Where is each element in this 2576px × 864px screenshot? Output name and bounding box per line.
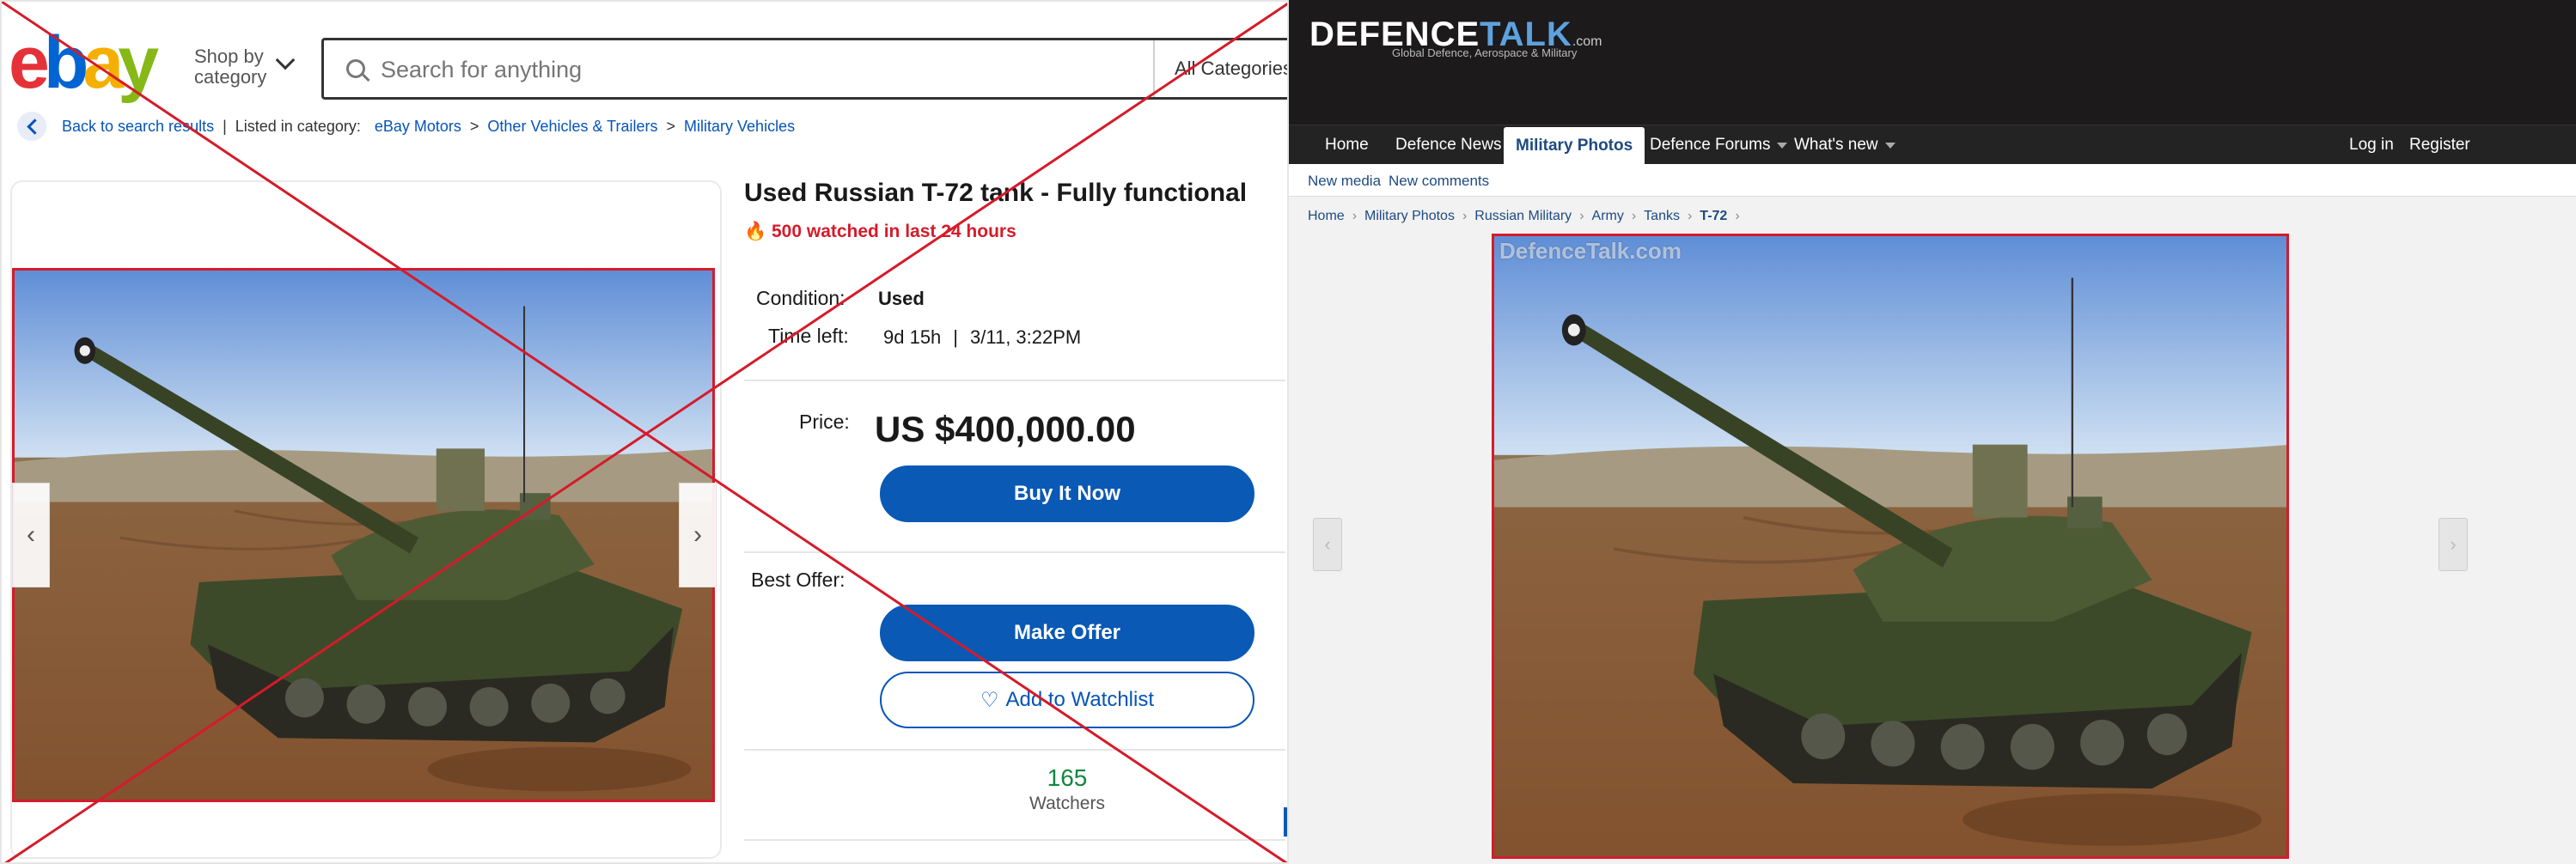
logo-letter-y: y [118, 21, 159, 104]
time-left-label: Time left: [768, 325, 849, 347]
crumb-t72[interactable]: T-72 [1700, 209, 1727, 224]
breadcrumb-divider: | [223, 117, 227, 135]
back-to-search-link[interactable]: Back to search results [62, 118, 214, 136]
fire-icon: 🔥 [744, 222, 772, 241]
time-left-value: 9d 15h | 3/11, 3:22PM [883, 326, 1082, 348]
breadcrumb: Home › Military Photos › Russian Military ›… [1308, 209, 1748, 224]
crumb-russian-military[interactable]: Russian Military [1474, 209, 1572, 224]
listed-in-label: Listed in category: [235, 117, 361, 135]
condition-label: Condition: [756, 287, 845, 309]
make-offer-button[interactable]: Make Offer [880, 605, 1254, 661]
crumb-army[interactable]: Army [1592, 209, 1624, 224]
listing-title: Used Russian T-72 tank - Fully functiona… [744, 179, 1248, 207]
defencetalk-panel: DEFENCETALK.com Global Defence, Aerospac… [1289, 0, 2576, 864]
tank-image [1494, 236, 2289, 859]
caret-down-icon [1884, 142, 1895, 149]
site-tagline: Global Defence, Aerospace & Military [1392, 46, 1578, 59]
comparison-screenshot: ebay Shop by category All Categories Bac… [0, 0, 2576, 864]
search-input[interactable] [381, 54, 862, 85]
category-select[interactable]: All Categories [1175, 58, 1287, 80]
nav-whats-new[interactable]: What's new [1794, 125, 1895, 165]
gallery-next-arrow[interactable]: › [679, 483, 717, 587]
logo-letter-b: b [43, 21, 89, 104]
crumb-tanks[interactable]: Tanks [1644, 209, 1680, 224]
divider [744, 749, 1285, 751]
ebay-logo[interactable]: ebay [9, 26, 159, 100]
crumb-separator: › [1631, 209, 1637, 223]
crumb-separator: › [1735, 209, 1740, 223]
nav-defence-forums[interactable]: Defence Forums [1650, 125, 1788, 165]
logo-letter-e: e [9, 21, 50, 104]
nav-defence-news[interactable]: Defence News [1392, 125, 1505, 165]
buy-it-now-button[interactable]: Buy It Now [880, 465, 1254, 522]
search-icon [346, 59, 365, 78]
back-arrow-icon[interactable] [17, 112, 46, 141]
breadcrumb-other-vehicles[interactable]: Other Vehicles & Trailers [487, 118, 657, 136]
crumb-home[interactable]: Home [1308, 209, 1345, 224]
search-divider [1153, 40, 1155, 97]
breadcrumb-military-vehicles[interactable]: Military Vehicles [684, 118, 795, 136]
shop-by-category-button[interactable]: Shop by category [194, 46, 266, 88]
search-bar: All Categories [321, 38, 1287, 100]
watchers-count: 165 [1047, 764, 1088, 791]
register-link[interactable]: Register [2409, 125, 2470, 165]
condition-value: Used [878, 288, 925, 309]
watchlist-label: Add to Watchlist [1005, 688, 1155, 711]
chevron-down-icon[interactable] [275, 50, 296, 70]
main-navigation: Home Defence News Military Photos Defenc… [1289, 125, 2576, 165]
photo-watermark: DefenceTalk.com [1499, 238, 1682, 264]
crumb-military-photos[interactable]: Military Photos [1364, 209, 1455, 224]
time-left-remaining: 9d 15h [883, 326, 942, 348]
crumb-separator: › [1579, 209, 1584, 223]
watchers-label: Watchers [1029, 794, 1105, 813]
shop-by-category-label: category [194, 66, 267, 88]
breadcrumb-separator: > [469, 117, 479, 135]
new-comments-link[interactable]: New comments [1389, 173, 1489, 190]
nav-whats-new-label: What's new [1794, 136, 1878, 154]
nav-defence-forums-label: Defence Forums [1650, 136, 1771, 154]
divider [744, 551, 1285, 553]
tank-image [15, 271, 715, 802]
heart-icon: ♡ [980, 688, 999, 712]
add-to-watchlist-button[interactable]: ♡ Add to Watchlist [880, 672, 1254, 728]
crumb-separator: › [1352, 209, 1358, 223]
ebay-listing-panel: ebay Shop by category All Categories Bac… [0, 0, 1289, 864]
caret-down-icon [1777, 142, 1788, 149]
next-photo-arrow[interactable]: › [2439, 518, 2468, 571]
divider [744, 380, 1285, 381]
crumb-separator: › [1687, 209, 1693, 223]
price-label: Price: [799, 411, 850, 433]
new-media-link[interactable]: New media [1308, 173, 1381, 190]
breadcrumb: Back to search results | Listed in categ… [17, 112, 795, 141]
gallery-prev-arrow[interactable]: ‹ [12, 483, 50, 587]
nav-home[interactable]: Home [1322, 125, 1372, 165]
time-left-end: 3/11, 3:22PM [970, 326, 1082, 348]
price-value: US $400,000.00 [875, 409, 1136, 449]
watched-text: 500 watched in last 24 hours [771, 222, 1016, 241]
divider [744, 839, 1285, 841]
logo-letter-a: a [82, 21, 124, 104]
listing-photo-tank[interactable] [12, 268, 715, 802]
crumb-separator: › [1462, 209, 1468, 223]
site-header: DEFENCETALK.com Global Defence, Aerospac… [1289, 0, 2576, 125]
shop-by-label: Shop by [194, 46, 264, 67]
media-photo-tank[interactable]: DefenceTalk.com [1492, 234, 2289, 859]
breadcrumb-separator: > [666, 117, 676, 135]
watched-badge: 🔥 500 watched in last 24 hours [744, 222, 1016, 242]
best-offer-label: Best Offer: [751, 569, 845, 591]
prev-photo-arrow[interactable]: ‹ [1313, 518, 1342, 571]
nav-military-photos[interactable]: Military Photos [1504, 127, 1645, 165]
sub-navigation: New media New comments [1289, 164, 2576, 197]
login-link[interactable]: Log in [2349, 125, 2394, 165]
breadcrumb-ebay-motors[interactable]: eBay Motors [375, 118, 461, 136]
